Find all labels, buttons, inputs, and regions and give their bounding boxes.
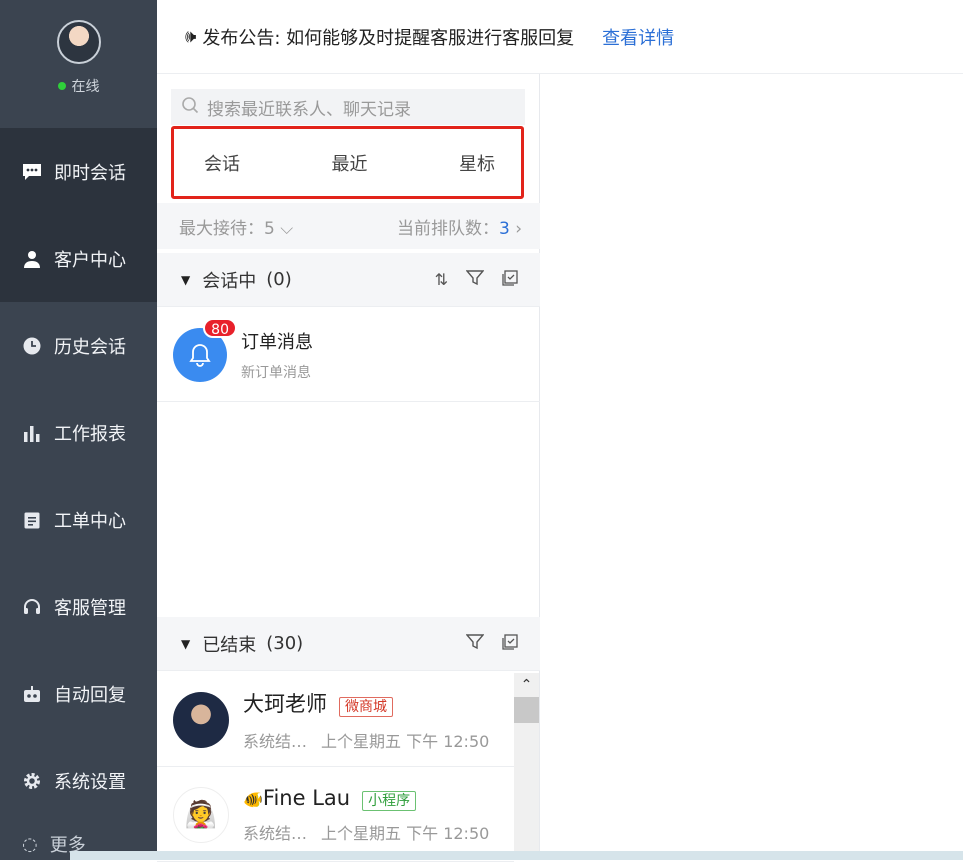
avatar: [173, 691, 229, 748]
search-input[interactable]: 搜索最近联系人、聊天记录: [171, 89, 525, 125]
sidebar-item-label: 历史会话: [54, 336, 126, 358]
section-tools: ⇅: [435, 270, 518, 290]
filter-icon[interactable]: [465, 269, 485, 290]
sidebar-item-history[interactable]: 历史会话: [0, 302, 157, 389]
user-icon: [22, 249, 42, 269]
section-label: 已结束: [202, 634, 257, 656]
batch-select-icon[interactable]: [502, 269, 518, 290]
batch-select-icon[interactable]: [502, 633, 518, 654]
agent-avatar[interactable]: [56, 20, 101, 64]
more-icon: ◌: [22, 833, 38, 855]
list-item-title: 订单消息: [241, 331, 313, 353]
sidebar: 在线 即时会话 客户中心 历史会话 工作报表 工单中心 客服管理 自动回复 系统…: [0, 0, 157, 860]
tab-starred[interactable]: 星标: [459, 150, 495, 176]
chevron-right-icon: ›: [515, 218, 522, 239]
sidebar-item-agent-management[interactable]: 客服管理: [0, 563, 157, 650]
bar-chart-icon: [22, 423, 42, 443]
section-count: (30): [266, 633, 304, 654]
order-message-item[interactable]: 80 订单消息 新订单消息: [157, 308, 540, 402]
message-time: 上个星期五 下午 12:50: [321, 823, 490, 843]
tab-conversations[interactable]: 会话: [204, 150, 252, 209]
queue-label: 当前排队数：: [396, 218, 499, 239]
speaker-icon: 🕪: [185, 26, 197, 47]
clock-icon: [22, 336, 42, 356]
conversation-panel: 搜索最近联系人、聊天记录 会话 最近 星标 最大接待：5 ⌵ 当前排队数：3 ›…: [157, 74, 540, 862]
bell-icon: [189, 343, 211, 367]
sort-icon[interactable]: ⇅: [435, 270, 448, 290]
announcement-bar: 🕪 发布公告: 如何能够及时提醒客服进行客服回复 查看详情: [157, 0, 963, 74]
sidebar-item-customer-center[interactable]: 客户中心: [0, 215, 157, 302]
search-placeholder: 搜索最近联系人、聊天记录: [207, 99, 411, 120]
scroll-thumb[interactable]: [514, 697, 539, 723]
queue-bar: 最大接待：5 ⌵ 当前排队数：3 ›: [157, 203, 540, 249]
gear-icon: [22, 771, 42, 791]
status-label: 在线: [71, 79, 100, 95]
tab-bar-highlight: 会话 最近 星标: [171, 126, 524, 209]
contact-name: Fine Lau: [262, 785, 351, 810]
source-tag: 微商城: [339, 696, 393, 717]
section-label: 会话中: [202, 270, 257, 292]
section-count: (0): [266, 269, 292, 290]
sidebar-item-auto-reply[interactable]: 自动回复: [0, 650, 157, 737]
robot-icon: [22, 684, 42, 704]
scrollbar[interactable]: ⌃: [514, 673, 539, 860]
sidebar-item-label: 即时会话: [54, 162, 126, 184]
bottom-strip: [70, 851, 963, 860]
sidebar-item-label: 系统设置: [54, 771, 126, 793]
sidebar-item-label: 工作报表: [54, 423, 126, 445]
queue-count-link[interactable]: 当前排队数：3 ›: [397, 214, 522, 239]
section-active[interactable]: ▼ 会话中 (0) ⇅: [157, 253, 540, 307]
online-dot-icon: [57, 82, 66, 90]
chat-icon: [22, 162, 42, 182]
search-icon: [181, 96, 199, 119]
avatar: 👰: [173, 786, 229, 843]
sidebar-item-label: 自动回复: [54, 684, 126, 706]
list-item[interactable]: 👰 🐠Fine Lau 小程序 系统结… 上个星期五 下午 12:50: [157, 768, 514, 862]
announcement-text: 发布公告: 如何能够及时提醒客服进行客服回复: [202, 27, 575, 49]
section-tools: [465, 633, 518, 654]
sidebar-item-label: 工单中心: [54, 510, 126, 532]
message-preview: 系统结…: [243, 731, 308, 751]
online-status[interactable]: 在线: [57, 76, 100, 96]
section-ended[interactable]: ▼ 已结束 (30): [157, 617, 540, 671]
caret-down-icon: ▼: [181, 272, 191, 287]
message-time: 上个星期五 下午 12:50: [321, 731, 490, 751]
profile: 在线: [0, 0, 157, 128]
max-reception-select[interactable]: 最大接待：5 ⌵: [179, 214, 293, 239]
sidebar-item-settings[interactable]: 系统设置: [0, 737, 157, 824]
headset-icon: [22, 597, 42, 617]
contact-name: 大珂老师: [243, 691, 327, 716]
chevron-down-icon: ⌵: [280, 218, 294, 239]
sidebar-item-instant-chat[interactable]: 即时会话: [0, 128, 157, 215]
clipboard-icon: [22, 510, 42, 530]
filter-icon[interactable]: [465, 633, 485, 654]
caret-down-icon: ▼: [181, 636, 191, 651]
max-reception-label: 最大接待：5: [179, 218, 275, 239]
scroll-up-icon[interactable]: ⌃: [514, 673, 539, 697]
queue-count: 3: [498, 218, 510, 239]
unread-badge: 80: [203, 317, 237, 338]
list-item[interactable]: 大珂老师 微商城 系统结… 上个星期五 下午 12:50: [157, 673, 514, 767]
sidebar-item-tickets[interactable]: 工单中心: [0, 476, 157, 563]
sidebar-item-label: 客服管理: [54, 597, 126, 619]
bell-avatar: 80: [173, 317, 237, 382]
list-item-subtitle: 新订单消息: [241, 364, 311, 381]
fish-icon: 🐠: [243, 789, 263, 809]
message-preview: 系统结…: [243, 823, 308, 843]
sidebar-item-label: 客户中心: [54, 249, 126, 271]
view-details-link[interactable]: 查看详情: [602, 24, 674, 50]
source-tag: 小程序: [362, 790, 417, 811]
sidebar-item-reports[interactable]: 工作报表: [0, 389, 157, 476]
tab-recent[interactable]: 最近: [332, 150, 368, 176]
